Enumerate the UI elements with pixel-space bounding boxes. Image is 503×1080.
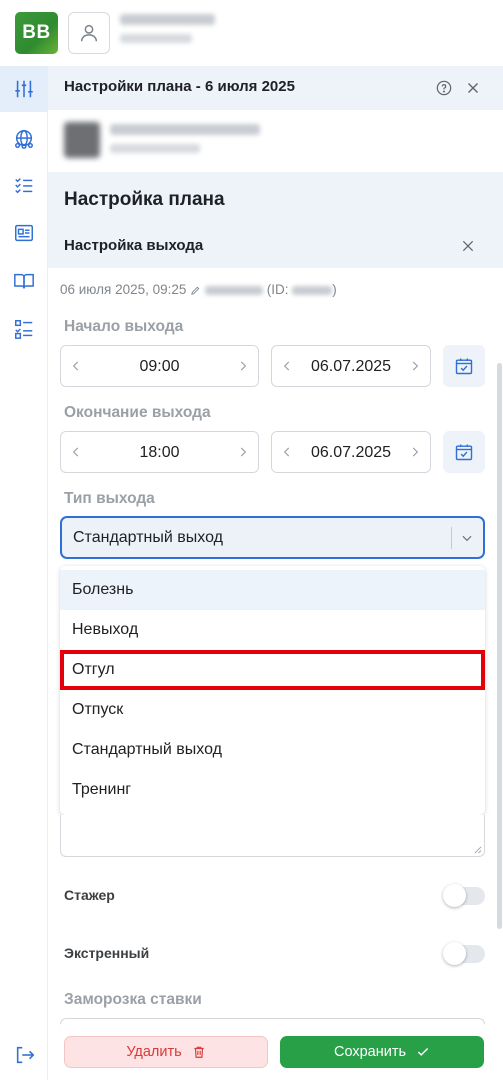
trash-icon <box>194 1046 204 1058</box>
sliders-icon <box>15 80 33 98</box>
close-subsection-icon[interactable] <box>460 238 476 254</box>
employee-avatar <box>64 122 100 158</box>
help-icon[interactable] <box>436 80 452 96</box>
app-logo[interactable]: BB <box>15 12 58 54</box>
check-icon <box>417 1048 429 1056</box>
meta-line: 06 июля 2025, 09:25 (ID: ) <box>60 282 337 297</box>
emergency-label: Экстренный <box>64 945 150 961</box>
toggle-knob <box>443 942 466 965</box>
resize-handle-icon[interactable] <box>473 845 482 854</box>
emergency-toggle[interactable] <box>443 942 485 965</box>
delete-button-label: Удалить <box>126 1044 182 1060</box>
subsection-title: Настройка выхода <box>64 237 204 254</box>
type-select[interactable]: Стандартный выход <box>60 516 485 559</box>
pencil-icon <box>191 286 200 295</box>
end-label: Окончание выхода <box>64 404 211 421</box>
globe-people-icon <box>15 130 33 149</box>
option-absence[interactable]: Невыход <box>60 610 485 650</box>
sidebar-item-checklist[interactable] <box>0 162 48 208</box>
chevron-right-icon[interactable] <box>236 359 250 373</box>
end-calendar-button[interactable] <box>443 431 485 473</box>
sidebar <box>0 66 48 1080</box>
comment-textarea[interactable] <box>60 815 485 857</box>
chevron-right-icon[interactable] <box>408 445 422 459</box>
option-illness[interactable]: Болезнь <box>60 570 485 610</box>
chevron-down-icon[interactable] <box>460 531 474 545</box>
sidebar-item-knowledge[interactable] <box>0 258 48 304</box>
chevron-right-icon[interactable] <box>408 359 422 373</box>
calendar-check-icon <box>455 358 473 375</box>
sidebar-item-teams[interactable] <box>0 116 48 162</box>
type-select-value: Стандартный выход <box>73 529 223 546</box>
start-calendar-button[interactable] <box>443 345 485 387</box>
section-title: Настройка плана <box>64 189 225 210</box>
panel-title: Настройки плана - 6 июля 2025 <box>64 78 295 95</box>
id-prefix: (ID: <box>266 282 289 297</box>
sidebar-item-plan-settings[interactable] <box>0 66 48 112</box>
id-card-icon <box>15 224 33 242</box>
trainee-toggle[interactable] <box>443 884 485 907</box>
checklist-icon <box>15 178 33 194</box>
author-redacted <box>204 285 263 295</box>
scrollbar[interactable] <box>497 363 502 929</box>
close-panel-icon[interactable] <box>464 79 482 97</box>
freeze-label: Заморозка ставки <box>64 991 202 1008</box>
sidebar-item-tasks[interactable] <box>0 306 48 352</box>
toggle-knob <box>443 884 466 907</box>
calendar-check-icon <box>455 444 473 461</box>
user-info-redacted <box>120 14 215 43</box>
created-datetime: 06 июля 2025, 09:25 <box>60 282 187 297</box>
save-button[interactable]: Сохранить <box>280 1036 484 1068</box>
trainee-label: Стажер <box>64 887 115 903</box>
book-icon <box>14 273 34 289</box>
id-redacted <box>292 285 333 295</box>
type-dropdown: Болезнь Невыход Отгул Отпуск Стандартный… <box>60 566 485 815</box>
chevron-right-icon[interactable] <box>236 445 250 459</box>
employee-row <box>48 110 503 172</box>
select-divider <box>451 527 452 549</box>
section-header: Настройка плана Настройка выхода <box>48 172 503 268</box>
delete-button[interactable]: Удалить <box>64 1036 268 1068</box>
sidebar-item-cards[interactable] <box>0 210 48 256</box>
top-bar: BB <box>0 0 503 66</box>
start-date-stepper[interactable]: 06.07.2025 <box>271 345 431 387</box>
task-list-icon <box>15 320 33 339</box>
save-button-label: Сохранить <box>333 1044 407 1060</box>
end-time-stepper[interactable]: 18:00 <box>60 431 259 473</box>
start-label: Начало выхода <box>64 318 184 335</box>
user-icon <box>80 24 98 42</box>
end-time-value: 18:00 <box>139 444 180 461</box>
start-time-value: 09:00 <box>139 358 180 375</box>
start-date-value: 06.07.2025 <box>310 358 392 375</box>
user-avatar[interactable] <box>68 12 110 54</box>
id-suffix: ) <box>332 282 337 297</box>
start-time-stepper[interactable]: 09:00 <box>60 345 259 387</box>
option-training[interactable]: Тренинг <box>60 770 485 810</box>
option-standard-shift[interactable]: Стандартный выход <box>60 730 485 770</box>
panel-header: Настройки плана - 6 июля 2025 <box>48 66 503 110</box>
footer-actions: Удалить Сохранить <box>48 1024 503 1080</box>
option-vacation[interactable]: Отпуск <box>60 690 485 730</box>
option-time-off[interactable]: Отгул <box>60 650 485 690</box>
end-date-stepper[interactable]: 06.07.2025 <box>271 431 431 473</box>
type-label: Тип выхода <box>64 490 155 507</box>
logout-icon[interactable] <box>14 1044 36 1066</box>
end-date-value: 06.07.2025 <box>310 444 392 461</box>
employee-info-redacted <box>110 124 260 153</box>
